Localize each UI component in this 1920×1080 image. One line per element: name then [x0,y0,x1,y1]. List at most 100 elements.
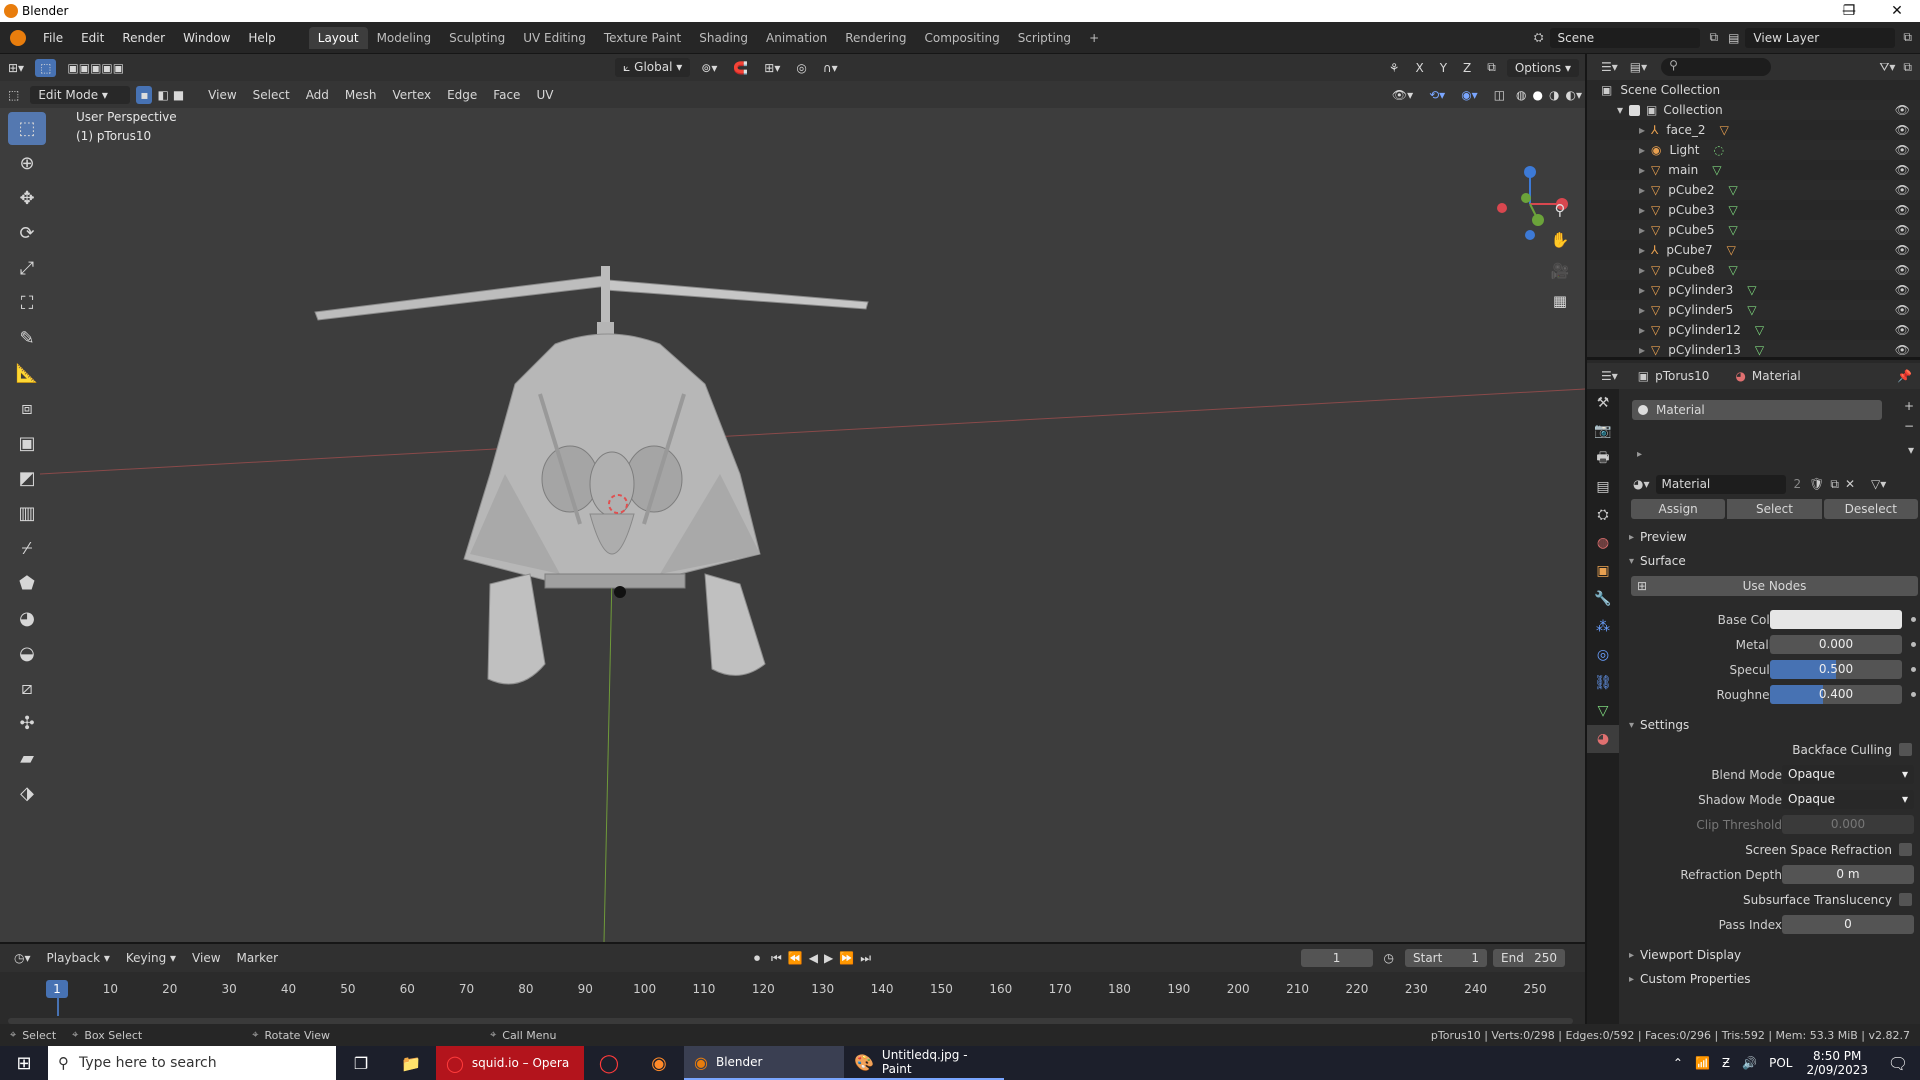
backface-culling-checkbox[interactable] [1899,743,1912,756]
task-view-icon[interactable]: ❐ [336,1046,386,1080]
use-nodes-button[interactable]: ⊞ Use Nodes [1631,576,1918,596]
timeline-track[interactable]: 10 20 30 40 50 60 70 80 90 100 110 120 130 140 150 160 1… [0,972,1585,1026]
material-tab-icon[interactable]: ◕ [1587,725,1619,753]
list-item[interactable]: ▸ ▽ main ▽ 👁 [1587,160,1920,180]
list-item[interactable]: ▸ ◉ Light ◌ 👁 [1587,140,1920,160]
viewport-display-section[interactable]: ▸ Viewport Display [1627,943,1920,967]
list-item[interactable]: ▸ ⅄ face_2 ▽ 👁 [1587,120,1920,140]
list-item[interactable]: ▸ ▽ pCylinder3 ▽ 👁 [1587,280,1920,300]
view-layer-field[interactable]: View Layer [1745,27,1896,48]
material-slot[interactable]: Material [1632,400,1882,420]
network-icon[interactable]: 📶 [1689,1046,1716,1080]
menu-render[interactable]: Render [113,31,174,45]
unlink-material-icon[interactable]: ✕ [1845,477,1855,491]
roughness-slider[interactable]: 0.400 [1770,685,1902,704]
keyframe-dot-icon[interactable] [1911,642,1916,647]
physics-tab-icon[interactable]: ◎ [1587,641,1619,669]
eye-icon[interactable]: 👁 [1895,203,1910,217]
assign-button[interactable]: Assign [1631,499,1726,519]
scene-icon[interactable]: ⛭ [1534,30,1544,45]
firefox-icon[interactable]: ◉ [634,1046,684,1080]
tab-uv-editing[interactable]: UV Editing [514,27,595,49]
keyframe-dot-icon[interactable] [1911,667,1916,672]
menu-window[interactable]: Window [174,31,239,45]
view-layer-tab-icon[interactable]: ▤ [1587,473,1619,501]
new-scene-icon[interactable]: ⧉ [1710,30,1719,45]
tab-animation[interactable]: Animation [757,27,836,49]
blender-menu-icon[interactable] [10,29,26,46]
eye-icon[interactable]: 👁 [1895,243,1910,257]
tool-tab-icon[interactable]: ⚒ [1587,389,1619,417]
jump-end-icon[interactable]: ⏭ [857,949,874,968]
tab-texture-paint[interactable]: Texture Paint [595,27,690,49]
keyframe-dot-icon[interactable] [1911,692,1916,697]
select-button[interactable]: Select [1727,499,1822,519]
specular-slider[interactable]: 0.500 [1770,660,1902,679]
eye-icon[interactable]: 👁 [1895,343,1910,357]
shadow-mode-dropdown[interactable]: Opaque ▾ [1782,790,1914,809]
menu-edit[interactable]: Edit [72,31,113,45]
taskbar-opera[interactable]: ◯ squid.io – Opera [436,1046,584,1080]
data-tab-icon[interactable]: ▽ [1587,697,1619,725]
tab-layout[interactable]: Layout [308,26,368,49]
refraction-depth-field[interactable]: 0 m [1782,865,1914,884]
timeline-editor-icon[interactable]: ◷▾ [6,949,39,967]
jump-keyframe-forward-icon[interactable]: ⏩ [836,949,857,967]
eye-icon[interactable]: 👁 [1895,183,1910,197]
keying-menu[interactable]: Keying ▾ [118,949,184,967]
file-explorer-icon[interactable]: 📁 [386,1046,436,1080]
volume-icon[interactable]: 🔊 [1736,1046,1763,1080]
filter-icon[interactable]: ⛛▾ [1879,60,1895,75]
view-layer-icon[interactable]: ▤ [1728,31,1739,45]
display-mode-icon[interactable]: ▤▾ [1630,60,1647,74]
playback-menu[interactable]: Playback ▾ [39,949,118,967]
marker-menu[interactable]: Marker [229,949,286,967]
slot-menu-icon[interactable]: ▾ [1908,443,1914,457]
ssr-checkbox[interactable] [1899,843,1912,856]
modifier-tab-icon[interactable]: 🔧 [1587,585,1619,613]
windows-start-icon[interactable]: ⊞ [0,1046,48,1080]
pin-icon[interactable]: 📌 [1897,369,1912,383]
world-tab-icon[interactable]: ◍ [1587,529,1619,557]
close-button[interactable]: ✕ [1874,0,1920,22]
clip-threshold-field[interactable]: 0.000 [1782,815,1914,834]
playhead[interactable]: 1 [46,980,68,998]
pass-index-field[interactable]: 0 [1782,915,1914,934]
scene-tab-icon[interactable]: ⛭ [1587,501,1619,529]
record-icon[interactable]: ⏺ [746,949,768,968]
eye-icon[interactable]: 👁 [1895,263,1910,277]
eye-icon[interactable]: 👁 [1895,283,1910,297]
jump-keyframe-back-icon[interactable]: ⏪ [785,949,806,967]
tab-compositing[interactable]: Compositing [915,27,1008,49]
custom-properties-section[interactable]: ▸ Custom Properties [1627,967,1920,991]
camera-view-icon[interactable]: 🎥 [1546,257,1574,285]
tray-chevron-icon[interactable]: ⌃ [1667,1046,1689,1080]
preview-section[interactable]: ▸ Preview [1627,525,1920,549]
timeline-view-menu[interactable]: View [184,949,228,967]
list-item[interactable]: ▸ ⅄ pCube7 ▽ 👁 [1587,240,1920,260]
eye-icon[interactable]: 👁 [1895,123,1910,137]
duplicate-material-icon[interactable]: ⧉ [1830,477,1839,492]
tab-shading[interactable]: Shading [690,27,757,49]
object-tab-icon[interactable]: ▣ [1587,557,1619,585]
list-item[interactable]: ▸ ▽ pCylinder13 ▽ 👁 [1587,340,1920,357]
eye-icon[interactable]: 👁 [1895,163,1910,177]
zoom-icon[interactable]: ⚲ [1546,196,1574,224]
list-item[interactable]: ▸ ▽ pCube8 ▽ 👁 [1587,260,1920,280]
clock-icon[interactable]: ◷ [1376,949,1402,967]
render-tab-icon[interactable]: 📷 [1587,417,1619,445]
jump-start-icon[interactable]: ⏮ [768,949,785,968]
eye-icon[interactable]: 👁 [1895,323,1910,337]
opera-gx-icon[interactable]: ◯ [584,1046,634,1080]
taskbar-paint[interactable]: 🎨 Untitledq.jpg - Paint [844,1046,1004,1080]
taskbar-search-input[interactable]: ⚲ Type here to search [48,1046,336,1080]
list-item[interactable]: ▸ ▽ pCube5 ▽ 👁 [1587,220,1920,240]
tab-rendering[interactable]: Rendering [836,27,915,49]
list-item[interactable]: ▸ ▽ pCylinder5 ▽ 👁 [1587,300,1920,320]
language-indicator[interactable]: POL [1763,1046,1798,1080]
pan-hand-icon[interactable]: ✋ [1546,226,1574,254]
eye-icon[interactable]: 👁 [1895,223,1910,237]
tray-app-icon[interactable]: Ƶ [1716,1046,1736,1080]
settings-section[interactable]: ▾ Settings [1627,713,1920,737]
list-item[interactable]: ▸ ▽ pCube2 ▽ 👁 [1587,180,1920,200]
